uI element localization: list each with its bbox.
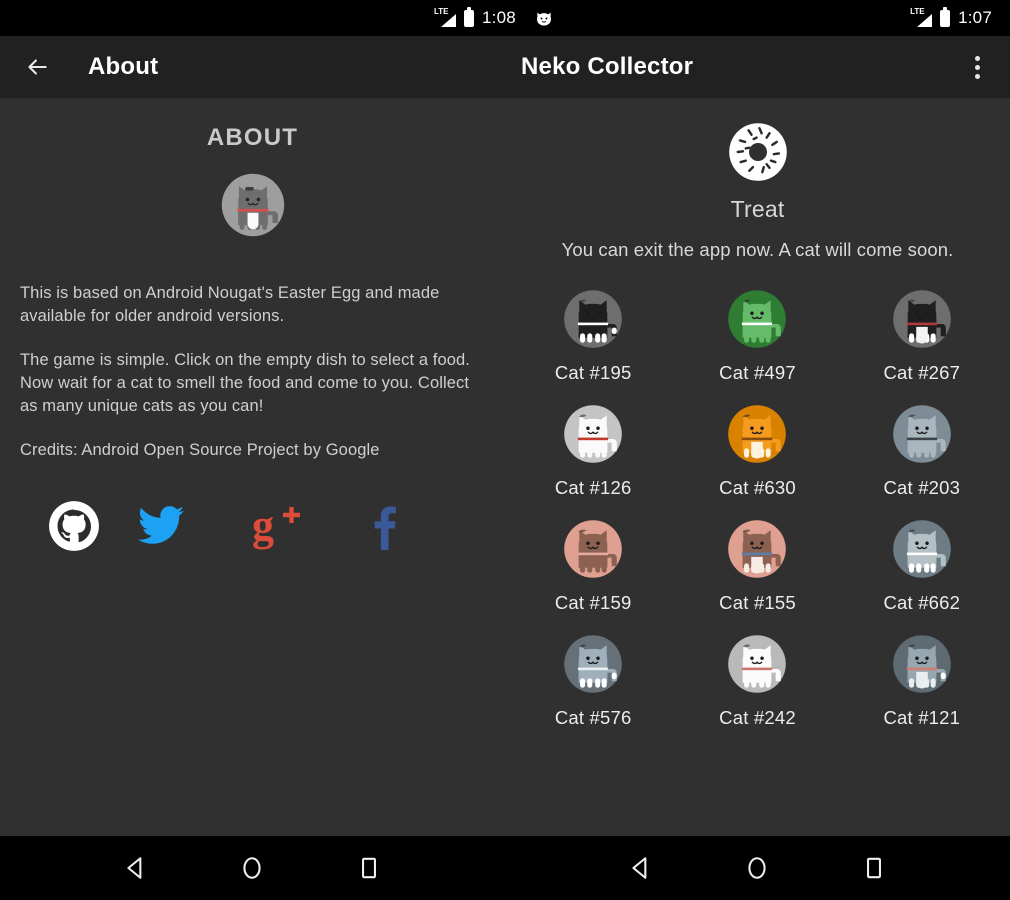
donut-icon	[728, 123, 787, 181]
cat-face-icon	[534, 10, 554, 27]
nav-group-left	[0, 836, 505, 900]
cat-tile[interactable]: Cat #159	[511, 513, 675, 614]
cat-icon	[893, 290, 951, 348]
cat-tile[interactable]: Cat #242	[675, 628, 839, 729]
social-links-row: g	[0, 500, 505, 552]
github-link[interactable]	[20, 500, 136, 552]
cat-name-label: Cat #159	[554, 592, 632, 613]
status-bar: LTE 1:08 LTE 1:07	[0, 0, 1010, 36]
cat-name-label: Cat #267	[883, 362, 961, 383]
googleplus-icon: g	[252, 502, 300, 550]
github-icon	[49, 501, 99, 551]
cat-icon	[893, 520, 951, 578]
more-vertical-icon-dot	[974, 73, 980, 79]
lte-signal-icon-secondary: LTE	[910, 8, 933, 27]
cat-tile[interactable]: Cat #576	[511, 628, 675, 729]
status-bar-time-left: 1:08	[482, 8, 516, 27]
status-bar-time-right: 1:07	[958, 8, 992, 27]
nav-recents-button-secondary[interactable]	[850, 844, 898, 892]
cat-name-label: Cat #126	[554, 477, 632, 498]
triangle-left-icon	[632, 857, 647, 879]
treat-label: Treat	[730, 196, 785, 222]
page-title-neko-collector: Neko Collector	[521, 53, 694, 80]
nav-recents-button[interactable]	[345, 844, 393, 892]
cat-tile[interactable]: Cat #126	[511, 398, 675, 499]
triangle-left-icon	[127, 857, 142, 879]
nav-home-button-secondary[interactable]	[733, 844, 781, 892]
treat-icon-wrap[interactable]	[505, 116, 1010, 188]
app-toolbar: About Neko Collector	[0, 36, 1010, 98]
cat-tile[interactable]: Cat #121	[840, 628, 1004, 729]
system-nav-bar	[0, 836, 1010, 900]
square-icon	[866, 857, 881, 879]
treat-pane: Treat You can exit the app now. A cat wi…	[505, 98, 1010, 836]
cat-name-label: Cat #121	[883, 707, 961, 728]
googleplus-link[interactable]: g	[252, 502, 368, 550]
cat-icon	[728, 635, 787, 693]
twitter-icon	[137, 506, 184, 544]
arrow-left-icon	[28, 59, 47, 75]
facebook-icon	[374, 506, 396, 550]
nav-back-button[interactable]	[112, 844, 160, 892]
cat-name-label: Cat #242	[719, 707, 796, 728]
circle-icon	[243, 857, 262, 879]
about-avatar	[0, 166, 505, 244]
content-area: ABOUT This is based on Android Nougat's …	[0, 98, 1010, 836]
about-credits: Credits: Android Open Source Project by …	[20, 441, 380, 459]
cat-name-label: Cat #203	[883, 477, 961, 498]
about-text-block: This is based on Android Nougat's Easter…	[0, 282, 505, 462]
status-bar-right-group: LTE 1:07	[910, 6, 992, 28]
cat-tile[interactable]: Cat #195	[511, 283, 675, 384]
nav-home-button[interactable]	[228, 844, 276, 892]
more-vertical-icon-dot	[974, 64, 980, 70]
cat-name-label: Cat #630	[719, 477, 796, 498]
about-paragraph: The game is simple. Click on the empty d…	[20, 351, 470, 415]
more-vertical-icon-dot	[974, 55, 980, 61]
overflow-menu-button[interactable]	[962, 50, 992, 84]
svg-text:g: g	[252, 502, 274, 550]
cat-icon	[564, 290, 622, 348]
cat-icon	[564, 520, 622, 578]
cat-name-label: Cat #155	[719, 592, 796, 613]
battery-icon-secondary	[940, 6, 951, 27]
treat-message: You can exit the app now. A cat will com…	[561, 239, 954, 260]
nav-group-right	[505, 836, 1010, 900]
circle-icon	[748, 857, 767, 879]
cat-icon	[728, 290, 787, 348]
cat-tile[interactable]: Cat #497	[675, 283, 839, 384]
cat-icon	[893, 635, 951, 693]
cat-icon	[564, 635, 622, 693]
cat-avatar-icon	[221, 173, 284, 237]
battery-icon	[464, 6, 474, 27]
cat-icon	[893, 405, 951, 463]
about-paragraph: This is based on Android Nougat's Easter…	[20, 284, 440, 325]
cat-tile[interactable]: Cat #630	[675, 398, 839, 499]
cat-tile[interactable]: Cat #267	[840, 283, 1004, 384]
treat-header: Treat You can exit the app now. A cat wi…	[505, 98, 1010, 261]
cat-icon	[728, 405, 787, 463]
cat-tile[interactable]: Cat #662	[840, 513, 1004, 614]
cat-collection-grid: Cat #195 Cat #497 Cat #267 Cat #126 Cat …	[505, 283, 1010, 729]
cat-name-label: Cat #497	[719, 362, 796, 383]
cat-name-label: Cat #662	[883, 592, 961, 613]
cat-name-label: Cat #195	[554, 362, 632, 383]
cat-tile[interactable]: Cat #155	[675, 513, 839, 614]
facebook-link[interactable]	[368, 501, 484, 551]
twitter-link[interactable]	[136, 504, 252, 548]
square-icon	[361, 857, 376, 879]
cat-name-label: Cat #576	[554, 707, 632, 728]
about-heading: ABOUT	[206, 124, 299, 151]
status-bar-left-group: LTE 1:08	[434, 6, 554, 28]
cat-icon	[564, 405, 622, 463]
lte-signal-icon: LTE	[434, 8, 456, 27]
cat-icon	[728, 520, 787, 578]
device-screen: LTE 1:08 LTE 1:07 About Neko Collector A…	[0, 0, 1010, 900]
cat-tile[interactable]: Cat #203	[840, 398, 1004, 499]
nav-back-button-secondary[interactable]	[617, 844, 665, 892]
page-title-about: About	[88, 53, 159, 80]
about-pane: ABOUT This is based on Android Nougat's …	[0, 98, 505, 836]
back-button[interactable]	[20, 50, 54, 84]
